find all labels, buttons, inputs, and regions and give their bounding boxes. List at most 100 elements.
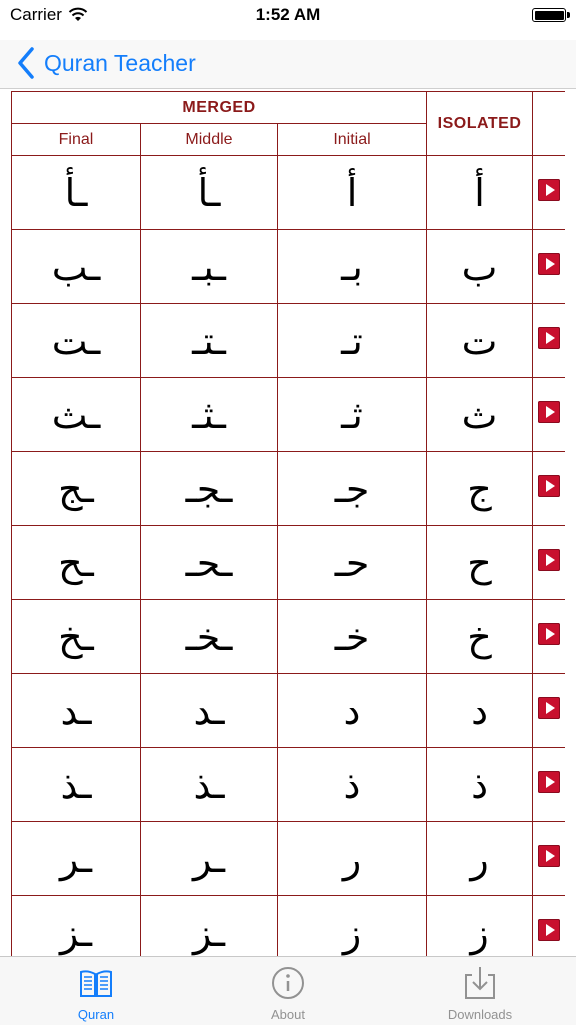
letter-row: ـذ ـذ ذ ذ <box>11 747 565 822</box>
info-icon <box>272 967 304 999</box>
play-cell <box>532 229 565 304</box>
initial-form: ر <box>276 821 428 896</box>
play-icon[interactable] <box>538 401 561 423</box>
play-cell <box>532 747 565 822</box>
isolated-form: ز <box>426 895 534 956</box>
initial-form: جـ <box>276 451 428 526</box>
isolated-form: ر <box>426 821 534 896</box>
middle-form: ـد <box>140 673 278 748</box>
final-form: ـز <box>11 895 141 956</box>
isolated-form: أ <box>426 155 534 230</box>
play-icon[interactable] <box>538 475 561 497</box>
final-form: ـت <box>11 303 141 378</box>
final-form: ـد <box>11 673 141 748</box>
book-icon <box>80 970 112 997</box>
final-form: ـر <box>11 821 141 896</box>
letter-row: ـت ـتـ تـ ت <box>11 303 565 378</box>
middle-form: ـتـ <box>140 303 278 378</box>
initial-header: Initial <box>276 123 428 156</box>
letter-row: ـأ ـأ أ أ <box>11 155 565 230</box>
play-cell <box>532 599 565 674</box>
play-icon[interactable] <box>538 327 561 349</box>
play-cell <box>532 377 565 452</box>
middle-form: ـخـ <box>140 599 278 674</box>
tab-downloads[interactable]: Downloads <box>384 957 576 1025</box>
merged-header: MERGED <box>11 91 428 124</box>
play-cell <box>532 155 565 230</box>
final-header: Final <box>11 123 141 156</box>
isolated-form: ذ <box>426 747 534 822</box>
play-icon[interactable] <box>538 919 561 941</box>
letter-row: ـر ـر ر ر <box>11 821 565 896</box>
middle-header: Middle <box>140 123 278 156</box>
back-button[interactable]: Quran Teacher <box>44 45 196 81</box>
final-form: ـخ <box>11 599 141 674</box>
play-icon[interactable] <box>538 549 561 571</box>
play-icon[interactable] <box>538 697 561 719</box>
isolated-form: ح <box>426 525 534 600</box>
middle-form: ـذ <box>140 747 278 822</box>
initial-form: ز <box>276 895 428 956</box>
play-icon[interactable] <box>538 253 561 275</box>
battery-tip <box>567 12 570 18</box>
tab-about[interactable]: About <box>192 957 384 1025</box>
isolated-form: ب <box>426 229 534 304</box>
initial-form: أ <box>276 155 428 230</box>
tab-quran[interactable]: Quran <box>0 957 192 1025</box>
play-icon[interactable] <box>538 179 561 201</box>
play-icon[interactable] <box>538 771 561 793</box>
navigation-bar: Quran Teacher <box>0 40 576 89</box>
play-icon[interactable] <box>538 623 561 645</box>
letter-row: ـز ـز ز ز <box>11 895 565 956</box>
tab-label: Downloads <box>447 1007 513 1022</box>
middle-form: ـبـ <box>140 229 278 304</box>
middle-form: ـحـ <box>140 525 278 600</box>
letters-table: MERGED ISOLATED Final Middle Initial ـأ … <box>11 91 565 956</box>
back-chevron-icon[interactable] <box>15 45 37 81</box>
final-form: ـح <box>11 525 141 600</box>
final-form: ـث <box>11 377 141 452</box>
isolated-form: ج <box>426 451 534 526</box>
battery-icon <box>532 8 566 22</box>
letter-row: ـب ـبـ بـ ب <box>11 229 565 304</box>
play-icon[interactable] <box>538 845 561 867</box>
isolated-header: ISOLATED <box>426 91 534 156</box>
play-cell <box>532 451 565 526</box>
status-bar: Carrier 1:52 AM <box>0 0 576 40</box>
play-cell <box>532 303 565 378</box>
play-column-header <box>532 91 565 156</box>
final-form: ـذ <box>11 747 141 822</box>
initial-form: ثـ <box>276 377 428 452</box>
play-cell <box>532 525 565 600</box>
initial-form: بـ <box>276 229 428 304</box>
final-form: ـأ <box>11 155 141 230</box>
middle-form: ـثـ <box>140 377 278 452</box>
clock: 1:52 AM <box>255 5 321 24</box>
play-cell <box>532 673 565 748</box>
letters-table-container[interactable]: MERGED ISOLATED Final Middle Initial ـأ … <box>11 91 565 956</box>
final-form: ـج <box>11 451 141 526</box>
tab-label: About <box>271 1007 305 1022</box>
final-form: ـب <box>11 229 141 304</box>
tab-bar: Quran About Downloads <box>0 956 576 1025</box>
letter-row: ـح ـحـ حـ ح <box>11 525 565 600</box>
isolated-form: خ <box>426 599 534 674</box>
play-cell <box>532 821 565 896</box>
middle-form: ـأ <box>140 155 278 230</box>
initial-form: خـ <box>276 599 428 674</box>
letter-row: ـج ـجـ جـ ج <box>11 451 565 526</box>
initial-form: حـ <box>276 525 428 600</box>
initial-form: تـ <box>276 303 428 378</box>
download-icon <box>465 967 495 999</box>
initial-form: ذ <box>276 747 428 822</box>
letter-row: ـث ـثـ ثـ ث <box>11 377 565 452</box>
tab-label: Quran <box>77 1007 115 1022</box>
isolated-form: ث <box>426 377 534 452</box>
middle-form: ـر <box>140 821 278 896</box>
isolated-form: د <box>426 673 534 748</box>
middle-form: ـز <box>140 895 278 956</box>
letter-row: ـد ـد د د <box>11 673 565 748</box>
isolated-form: ت <box>426 303 534 378</box>
initial-form: د <box>276 673 428 748</box>
play-cell <box>532 895 565 956</box>
